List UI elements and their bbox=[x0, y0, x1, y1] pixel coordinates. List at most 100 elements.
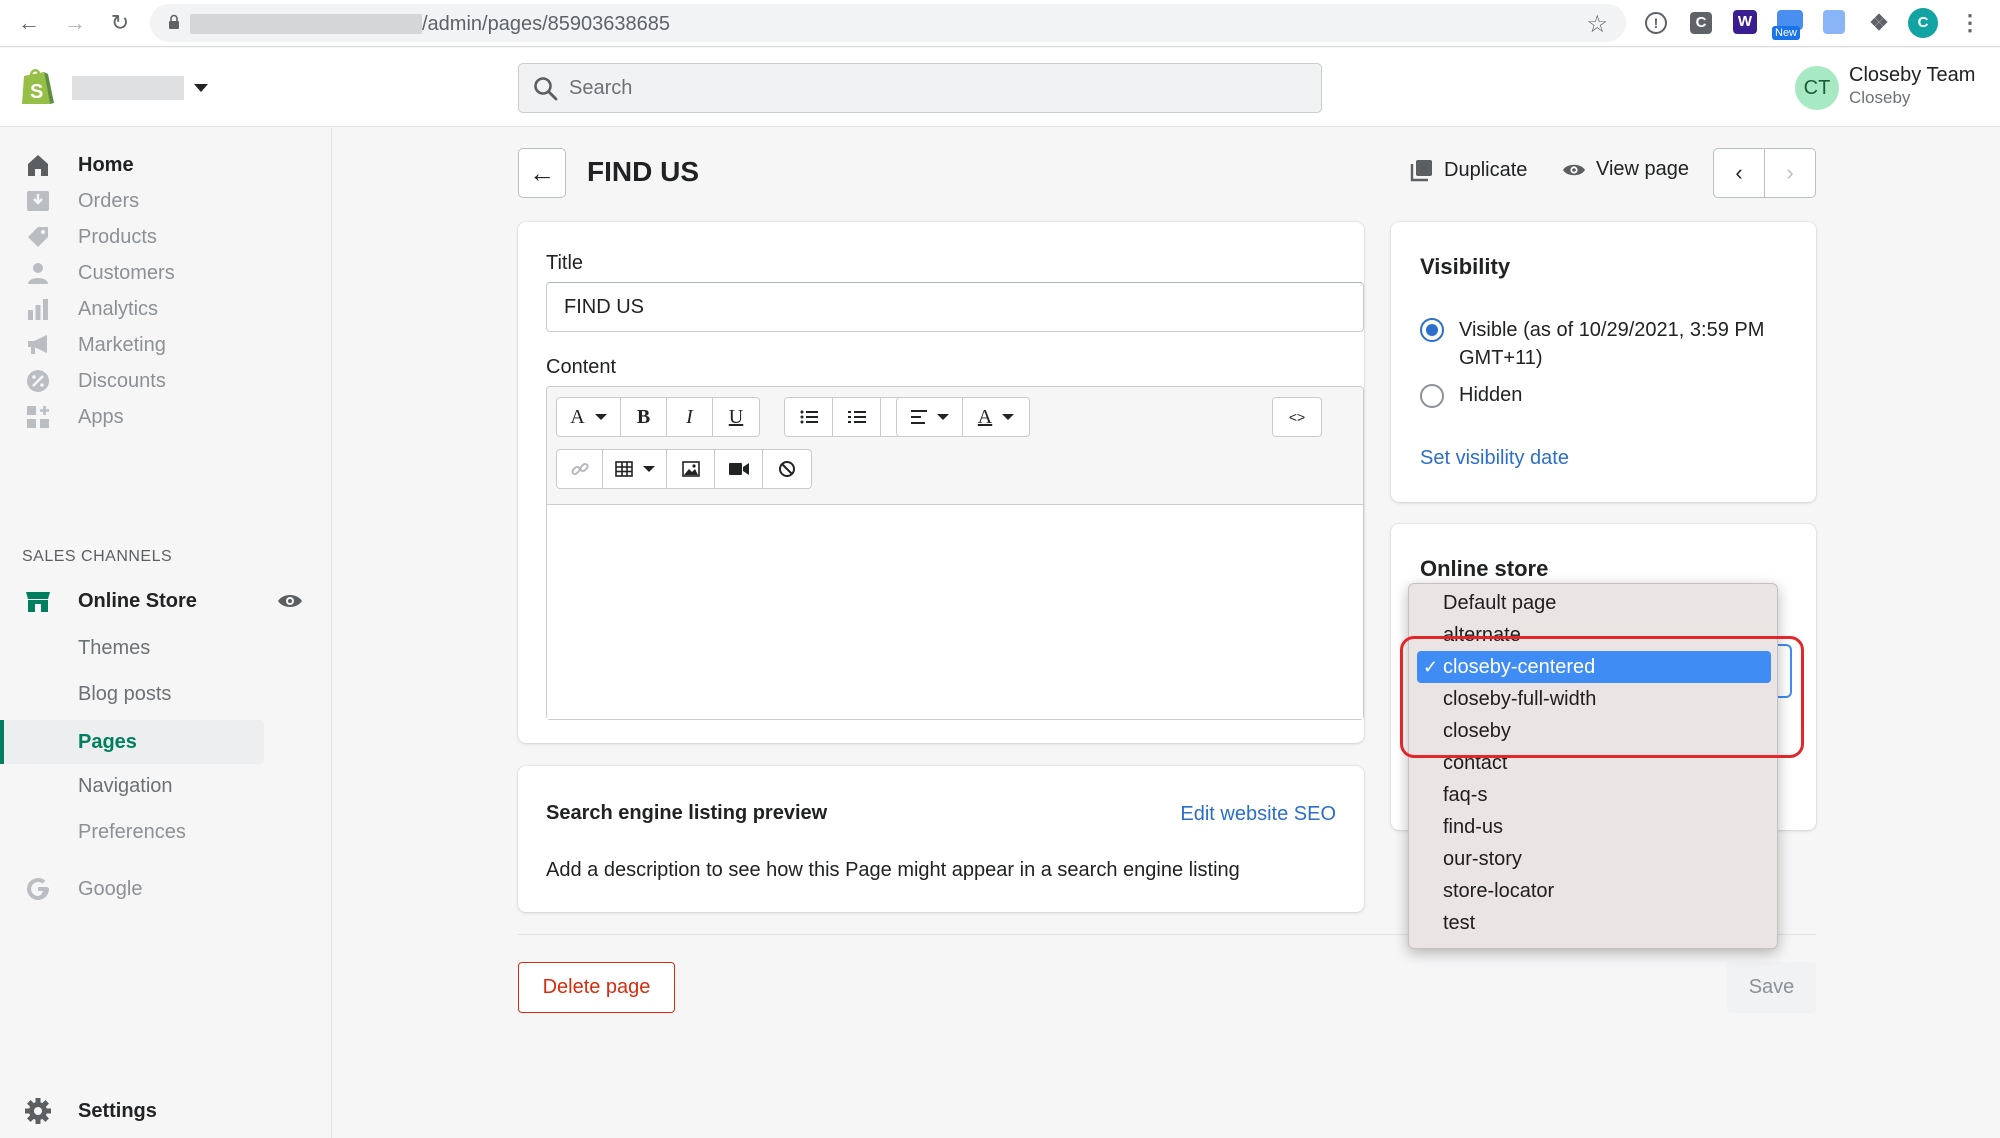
hidden-radio[interactable] bbox=[1420, 384, 1444, 408]
numbered-list-icon bbox=[847, 411, 866, 423]
sidebar-item-label: Discounts bbox=[78, 369, 166, 392]
insert-table-dropdown[interactable] bbox=[603, 450, 667, 488]
template-option[interactable]: find-us bbox=[1443, 811, 1503, 843]
browser-forward-icon[interactable]: → bbox=[60, 8, 90, 38]
password-ext-icon[interactable]: ! bbox=[1645, 12, 1667, 34]
gear-icon bbox=[24, 1097, 52, 1125]
puzzle-extensions-icon[interactable]: ❖ bbox=[1866, 10, 1892, 36]
sidebar-item-online-store[interactable]: Online Store bbox=[24, 579, 264, 623]
font-style-dropdown[interactable]: A bbox=[557, 398, 621, 436]
chevron-left-icon: ‹ bbox=[1735, 160, 1743, 185]
url-text: /admin/pages/85903638685 bbox=[422, 13, 670, 35]
url-redacted bbox=[190, 14, 422, 34]
orders-icon bbox=[24, 187, 52, 215]
editor-toolbar: A B I U A <> bbox=[547, 387, 1363, 505]
search-bar[interactable] bbox=[518, 63, 1322, 113]
profile-avatar[interactable]: C bbox=[1908, 8, 1938, 38]
user-store: Closeby bbox=[1849, 88, 1911, 107]
numbered-list-button[interactable] bbox=[833, 398, 881, 436]
sidebar-nav: Home Orders Products Customers Analytics… bbox=[0, 128, 332, 1138]
sidebar-item-label: Online Store bbox=[78, 589, 197, 612]
user-avatar[interactable]: CT bbox=[1795, 66, 1839, 110]
view-page-button[interactable]: View page bbox=[1562, 158, 1689, 181]
image-icon bbox=[681, 461, 700, 477]
bullet-list-icon bbox=[800, 410, 818, 424]
insert-image-button[interactable] bbox=[667, 450, 715, 488]
clear-formatting-button[interactable] bbox=[763, 450, 811, 488]
page-pagination: ‹ › bbox=[1713, 148, 1816, 198]
sidebar-subitem-preferences[interactable]: Preferences bbox=[78, 810, 264, 854]
table-icon bbox=[614, 461, 633, 477]
notes-ext-icon[interactable] bbox=[1823, 10, 1845, 34]
show-html-button[interactable]: <> bbox=[1273, 398, 1321, 436]
template-option[interactable]: Default page bbox=[1443, 587, 1556, 619]
visible-radio[interactable] bbox=[1420, 318, 1444, 342]
sidebar-item-settings[interactable]: Settings bbox=[24, 1089, 264, 1133]
search-icon bbox=[534, 77, 558, 101]
template-option[interactable]: our-story bbox=[1443, 843, 1522, 875]
eye-icon bbox=[1562, 161, 1586, 179]
align-color-group: A bbox=[896, 397, 1030, 437]
search-input[interactable] bbox=[569, 64, 1309, 112]
bookmark-star-icon[interactable]: ☆ bbox=[1586, 10, 1608, 39]
sidebar-subitem-pages[interactable]: Pages bbox=[78, 720, 264, 764]
c-ext-icon[interactable]: C bbox=[1690, 12, 1712, 34]
italic-button[interactable]: I bbox=[667, 398, 713, 436]
duplicate-button[interactable]: Duplicate bbox=[1410, 158, 1527, 182]
address-bar[interactable]: /admin/pages/85903638685 ☆ bbox=[150, 4, 1626, 42]
browser-back-icon[interactable]: ← bbox=[14, 8, 44, 38]
lock-icon bbox=[169, 14, 179, 29]
back-button[interactable]: ← bbox=[518, 148, 566, 198]
insert-video-button[interactable] bbox=[715, 450, 763, 488]
sidebar-subitem-navigation[interactable]: Navigation bbox=[78, 764, 264, 808]
clear-formatting-icon bbox=[779, 461, 795, 477]
align-dropdown[interactable] bbox=[897, 398, 963, 436]
sidebar-item-label: Customers bbox=[78, 261, 175, 284]
browser-menu-icon[interactable]: ⋮ bbox=[1957, 10, 1983, 36]
caret-down-icon bbox=[594, 414, 607, 420]
sidebar-item-label: Home bbox=[78, 153, 134, 176]
sidebar-item-apps[interactable]: Apps bbox=[24, 395, 264, 439]
insert-link-button[interactable] bbox=[557, 450, 603, 488]
view-page-label: View page bbox=[1596, 158, 1690, 180]
sidebar-item-label: Marketing bbox=[78, 333, 166, 356]
browser-reload-icon[interactable]: ↻ bbox=[105, 8, 135, 38]
text-color-dropdown[interactable]: A bbox=[963, 398, 1029, 436]
underline-button[interactable]: U bbox=[713, 398, 759, 436]
sidebar-item-google[interactable]: Google bbox=[24, 867, 264, 911]
visible-option-label[interactable]: Visible (as of 10/29/2021, 3:59 PM GMT+1… bbox=[1459, 316, 1789, 372]
seo-preview-card: Search engine listing preview Edit websi… bbox=[518, 766, 1364, 912]
google-icon bbox=[24, 875, 52, 903]
bullet-list-button[interactable] bbox=[785, 398, 833, 436]
eye-icon[interactable] bbox=[276, 591, 304, 611]
next-page-button[interactable]: › bbox=[1765, 149, 1815, 197]
previous-page-button[interactable]: ‹ bbox=[1714, 149, 1765, 197]
user-name[interactable]: Closeby Team bbox=[1849, 64, 1975, 87]
sidebar-item-label: Orders bbox=[78, 189, 140, 212]
html-group: <> bbox=[1272, 397, 1322, 437]
shopify-logo-icon[interactable]: S bbox=[20, 66, 54, 106]
editor-content-area[interactable] bbox=[547, 506, 1363, 719]
bold-button[interactable]: B bbox=[621, 398, 667, 436]
save-button[interactable]: Save bbox=[1727, 962, 1816, 1013]
sidebar-subitem-blog-posts[interactable]: Blog posts bbox=[78, 672, 264, 716]
duplicate-icon bbox=[1410, 158, 1434, 182]
title-input[interactable]: FIND US bbox=[546, 282, 1364, 332]
sidebar-subitem-themes[interactable]: Themes bbox=[78, 626, 264, 670]
caret-down-icon bbox=[936, 414, 949, 420]
sidebar-item-label: Products bbox=[78, 225, 157, 248]
template-option[interactable]: store-locator bbox=[1443, 875, 1554, 907]
hidden-option-label[interactable]: Hidden bbox=[1459, 384, 1522, 407]
template-option[interactable]: faq-s bbox=[1443, 779, 1487, 811]
w-ext-icon[interactable]: W bbox=[1733, 10, 1757, 34]
template-option[interactable]: test bbox=[1443, 907, 1475, 939]
set-visibility-date-link[interactable]: Set visibility date bbox=[1420, 447, 1569, 470]
sidebar-item-label: Google bbox=[78, 877, 143, 900]
link-icon bbox=[570, 462, 589, 476]
store-name-redacted[interactable] bbox=[72, 76, 184, 100]
seo-heading: Search engine listing preview bbox=[546, 802, 828, 824]
seo-description: Add a description to see how this Page m… bbox=[546, 859, 1240, 881]
delete-page-button[interactable]: Delete page bbox=[518, 962, 675, 1013]
edit-seo-link[interactable]: Edit website SEO bbox=[1180, 803, 1336, 826]
store-switcher-caret-icon[interactable] bbox=[194, 84, 208, 92]
